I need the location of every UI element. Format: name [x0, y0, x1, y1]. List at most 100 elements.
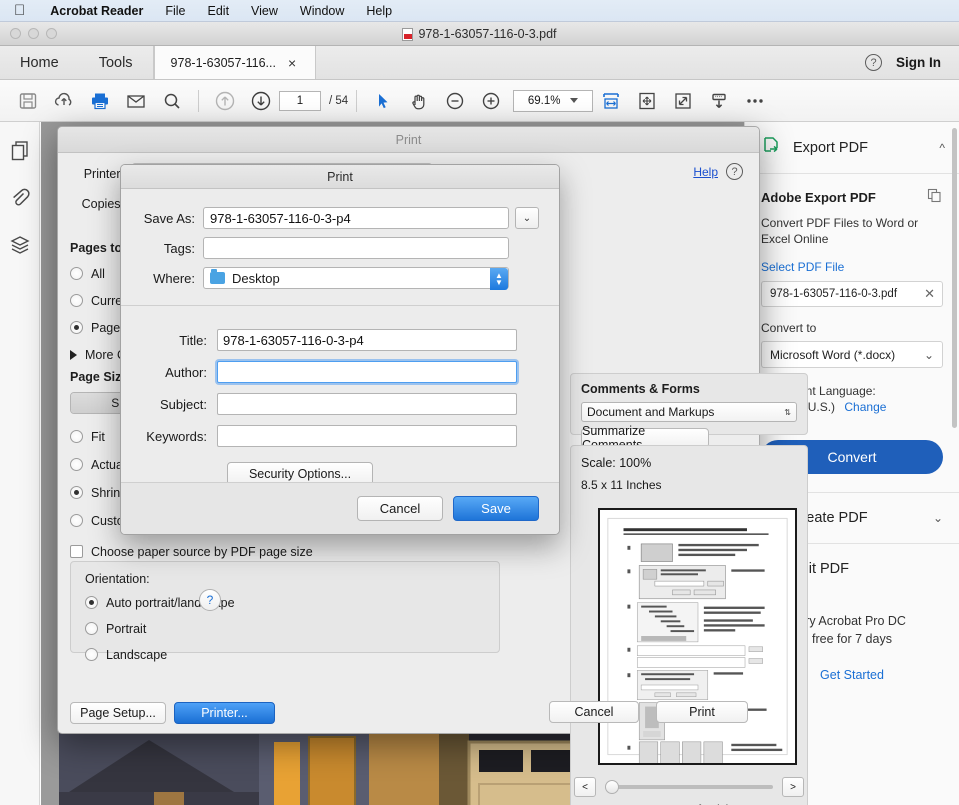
minimize-window-button[interactable] — [28, 28, 39, 39]
tags-row: Tags: — [141, 233, 539, 263]
tab-document[interactable]: 978-1-63057-116... × — [154, 46, 316, 79]
printer-settings-button[interactable]: Printer... — [174, 702, 275, 724]
checkbox-paper-source[interactable]: Choose paper source by PDF page size — [70, 541, 500, 562]
comments-select[interactable]: Document and Markups ⇅ — [581, 402, 797, 422]
keywords-row: Keywords: — [141, 420, 539, 452]
author-input[interactable] — [217, 361, 517, 383]
print-icon[interactable] — [82, 83, 118, 119]
print-confirm-button[interactable]: Print — [656, 701, 748, 723]
radio-icon — [70, 294, 83, 307]
chevron-down-icon[interactable]: ⌄ — [933, 511, 943, 525]
pan-page-icon[interactable] — [629, 83, 665, 119]
title-input[interactable]: 978-1-63057-116-0-3-p4 — [217, 329, 517, 351]
sign-in-button[interactable]: Sign In — [896, 55, 941, 70]
save-as-input[interactable]: 978-1-63057-116-0-3-p4 — [203, 207, 509, 229]
preview-slider-knob[interactable] — [605, 780, 619, 794]
email-icon[interactable] — [118, 83, 154, 119]
adobe-export-title: Adobe Export PDF — [761, 190, 876, 205]
expand-browser-button[interactable]: ⌄ — [515, 207, 539, 229]
search-icon[interactable] — [154, 83, 190, 119]
close-window-button[interactable] — [10, 28, 21, 39]
select-tool-icon[interactable] — [365, 83, 401, 119]
zoom-level-select[interactable]: 69.1% — [513, 90, 593, 112]
apple-menu-icon[interactable]:  — [14, 3, 25, 18]
radio-icon-selected — [70, 321, 83, 334]
close-icon[interactable]: × — [288, 55, 296, 71]
checkbox-icon — [70, 545, 83, 558]
help-link[interactable]: Help — [693, 165, 718, 179]
window-title: 978-1-63057-116-0-3.pdf — [0, 22, 959, 46]
folder-icon — [210, 272, 225, 284]
remove-file-icon[interactable]: ✕ — [924, 286, 935, 302]
help-icon[interactable]: ? — [865, 54, 882, 71]
convert-to-label: Convert to — [761, 321, 943, 335]
orientation-label: Orientation: — [85, 572, 485, 586]
menu-window[interactable]: Window — [289, 4, 355, 18]
save-cancel-button[interactable]: Cancel — [357, 496, 443, 521]
author-row: Author: — [141, 356, 539, 388]
next-page-icon[interactable] — [243, 83, 279, 119]
menu-help[interactable]: Help — [355, 4, 403, 18]
tags-label: Tags: — [141, 241, 203, 256]
menu-file[interactable]: File — [154, 4, 196, 18]
save-icon[interactable] — [10, 83, 46, 119]
subject-input[interactable] — [217, 393, 517, 415]
page-setup-button[interactable]: Page Setup... — [70, 702, 166, 724]
window-controls[interactable] — [0, 28, 57, 39]
checkbox-paper-source-label: Choose paper source by PDF page size — [91, 545, 313, 559]
export-pdf-header[interactable]: Export PDF ^ — [745, 122, 959, 174]
attachments-icon[interactable] — [10, 187, 30, 212]
hand-tool-icon[interactable] — [401, 83, 437, 119]
tags-input[interactable] — [203, 237, 509, 259]
radio-icon — [70, 458, 83, 471]
save-confirm-button[interactable]: Save — [453, 496, 539, 521]
menu-view[interactable]: View — [240, 4, 289, 18]
keywords-input[interactable] — [217, 425, 517, 447]
radio-portrait-label: Portrait — [106, 622, 146, 636]
fullscreen-icon[interactable] — [665, 83, 701, 119]
page-thumbnails-icon[interactable] — [10, 140, 30, 165]
save-as-row: Save As: 978-1-63057-116-0-3-p4 ⌄ — [141, 203, 539, 233]
convert-to-select[interactable]: Microsoft Word (*.docx) ⌄ — [761, 341, 943, 368]
menu-app-name[interactable]: Acrobat Reader — [39, 4, 154, 18]
layers-icon[interactable] — [9, 234, 31, 259]
page-number-input[interactable]: 1 — [279, 91, 321, 111]
comments-and-forms-group: Comments & Forms Document and Markups ⇅ … — [570, 373, 808, 435]
print-help-bubble-icon[interactable]: ? — [199, 589, 221, 611]
fit-width-icon[interactable] — [593, 83, 629, 119]
radio-icon — [70, 267, 83, 280]
radio-portrait[interactable]: Portrait — [85, 618, 485, 639]
help-icon[interactable]: ? — [726, 163, 743, 180]
zoom-window-button[interactable] — [46, 28, 57, 39]
sidebar-scrollbar[interactable] — [952, 128, 957, 428]
scale-label: Scale: 100% — [581, 456, 797, 470]
upload-cloud-icon[interactable] — [46, 83, 82, 119]
preview-slider[interactable] — [605, 785, 773, 789]
tab-tools[interactable]: Tools — [79, 46, 154, 79]
download-form-icon[interactable] — [701, 83, 737, 119]
preview-prev-button[interactable]: < — [574, 777, 596, 797]
select-pdf-file-link[interactable]: Select PDF File — [761, 260, 943, 274]
radio-landscape[interactable]: Landscape — [85, 644, 485, 665]
previous-page-icon[interactable] — [207, 83, 243, 119]
where-select[interactable]: Desktop ▲▼ — [203, 267, 509, 289]
save-as-label: Save As: — [141, 211, 203, 226]
zoom-in-icon[interactable] — [473, 83, 509, 119]
preview-next-button[interactable]: > — [782, 777, 804, 797]
radio-icon-selected — [85, 596, 98, 609]
selected-file-chip[interactable]: 978-1-63057-116-0-3.pdf ✕ — [761, 281, 943, 307]
print-cancel-button[interactable]: Cancel — [549, 701, 639, 723]
more-tools-icon[interactable] — [737, 83, 773, 119]
radio-auto-orientation[interactable]: Auto portrait/landscape — [85, 592, 485, 613]
menu-edit[interactable]: Edit — [197, 4, 241, 18]
stepper-icon[interactable]: ▲▼ — [490, 268, 508, 290]
title-row: Title: 978-1-63057-116-0-3-p4 — [141, 324, 539, 356]
chevron-up-icon[interactable]: ^ — [939, 141, 945, 155]
tab-home[interactable]: Home — [0, 46, 79, 79]
print-dialog-title: Print — [58, 127, 759, 153]
copy-pages-icon[interactable] — [927, 188, 943, 207]
author-label: Author: — [141, 365, 217, 380]
change-language-link[interactable]: Change — [844, 400, 886, 414]
save-sheet-footer: Cancel Save — [121, 482, 559, 534]
zoom-out-icon[interactable] — [437, 83, 473, 119]
